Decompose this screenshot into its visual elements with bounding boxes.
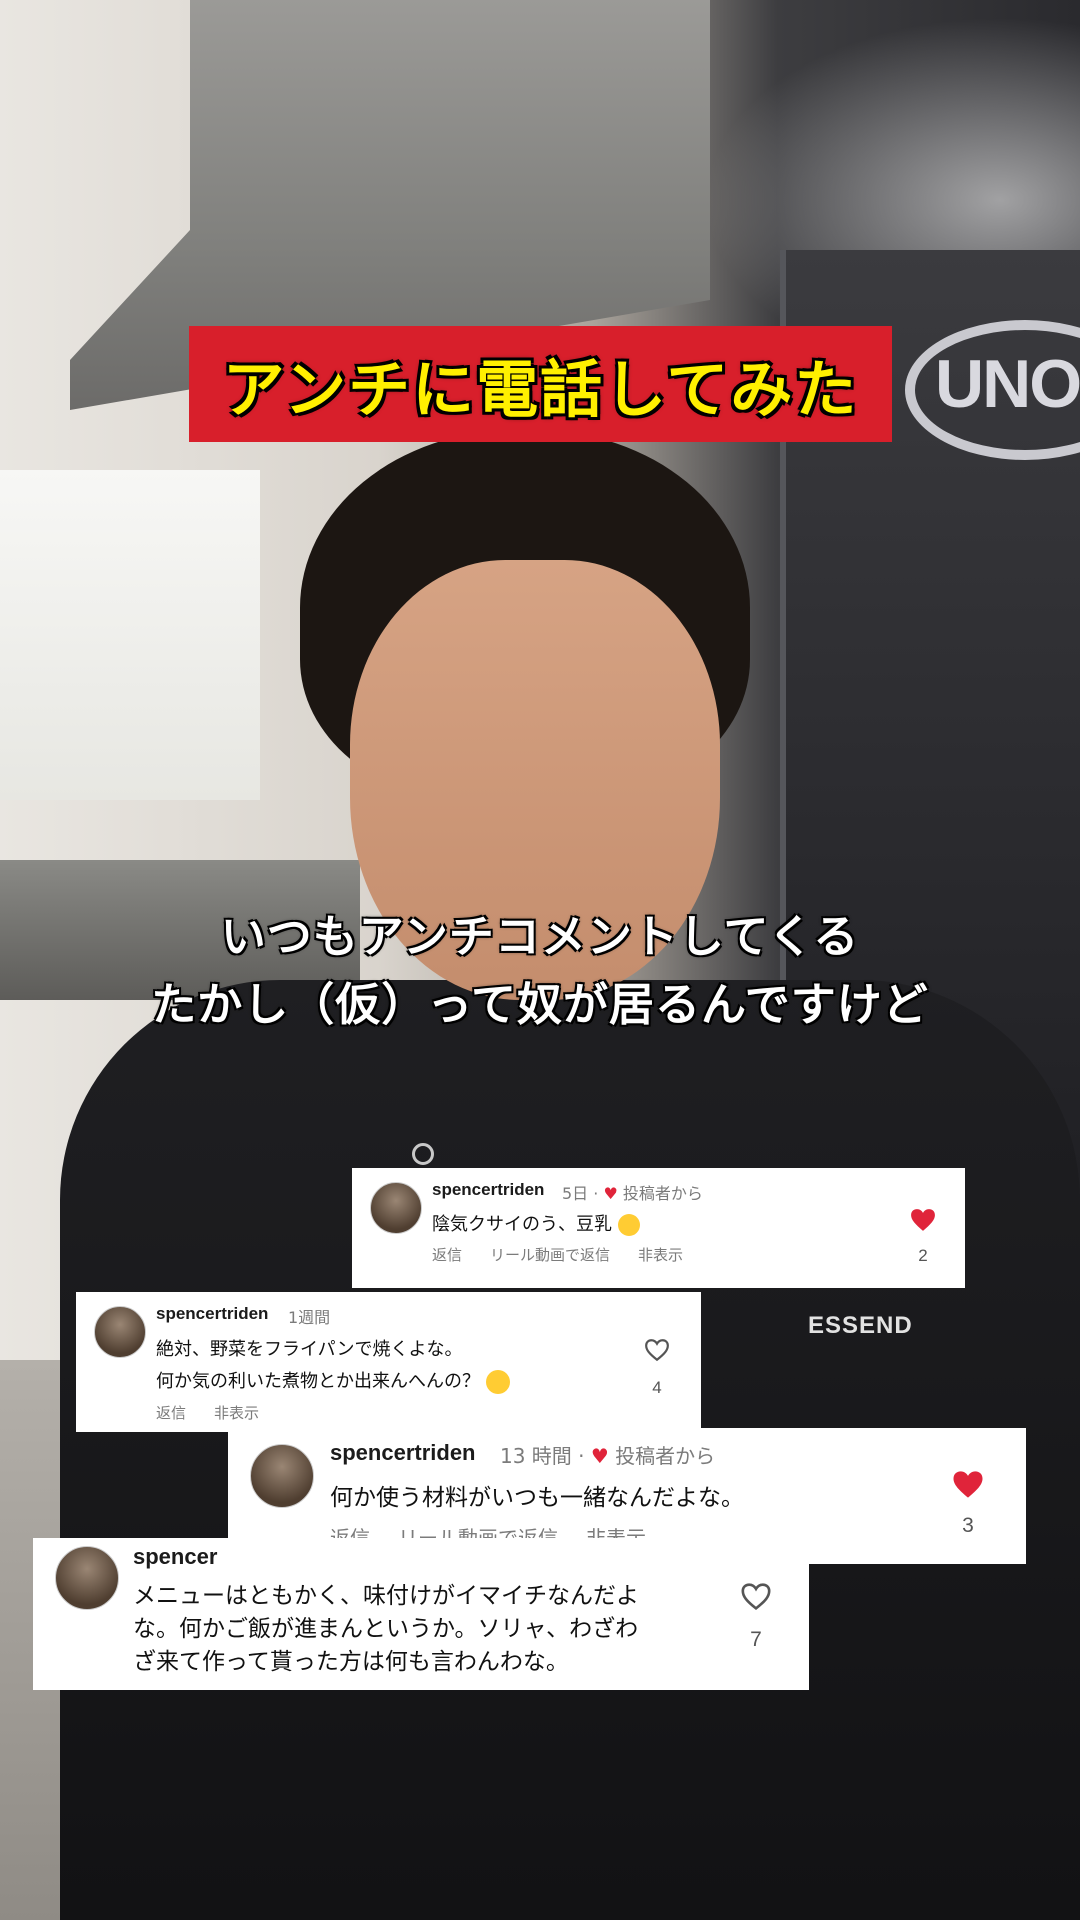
jacket-button <box>412 1143 434 1165</box>
like-count: 2 <box>918 1246 928 1265</box>
comment-text: 絶対、野菜をフライパンで焼くよな。 何か気の利いた煮物とか出来んへんの？ <box>156 1334 510 1398</box>
comment-meta: 5日 · ♥ 投稿者から <box>562 1184 703 1203</box>
author-badge: 投稿者から <box>615 1444 716 1468</box>
heart-outline-icon[interactable] <box>740 1582 772 1611</box>
like-count: 7 <box>750 1628 762 1651</box>
comment-time: 1週間 <box>288 1308 331 1327</box>
jacket-logo-text: ESSEND <box>808 1312 913 1339</box>
author-badge: 投稿者から <box>622 1184 703 1203</box>
comment-username[interactable]: spencertriden <box>156 1304 268 1324</box>
sleepy-face-icon <box>617 1214 640 1236</box>
comment-actions: 返信 リール動画で返信 非表示 <box>432 1244 711 1265</box>
subtitle-line-2: たかし（仮）って奴が居るんですけど <box>151 978 929 1031</box>
kitchen-window <box>0 470 260 800</box>
like-count: 3 <box>962 1514 974 1537</box>
heart-icon: ♥ <box>590 1444 609 1468</box>
comment-username[interactable]: spencer <box>133 1544 217 1570</box>
comment-meta: 13 時間 · ♥ 投稿者から <box>500 1444 716 1468</box>
yawning-face-icon <box>485 1370 510 1394</box>
comment-time: 5日 <box>562 1184 589 1203</box>
comment-card: spencertriden 1週間 絶対、野菜をフライパンで焼くよな。 何か気の… <box>76 1292 701 1432</box>
comment-username[interactable]: spencertriden <box>432 1180 544 1200</box>
title-banner: アンチに電話してみた <box>189 326 892 442</box>
heart-icon[interactable] <box>952 1470 984 1499</box>
comment-card: spencertriden 5日 · ♥ 投稿者から 陰気クサイのう、豆乳 返信… <box>352 1168 965 1288</box>
comment-time: 13 時間 <box>500 1444 572 1468</box>
comment-text: 何か使う材料がいつも一緒なんだよな。 <box>330 1485 744 1511</box>
unox-logo-text: UNOX <box>935 346 1080 422</box>
comment-username[interactable]: spencertriden <box>330 1440 476 1466</box>
comment-text: メニューはともかく、味付けがイマイチなんだよ な。何かご飯が進まんというか。ソリ… <box>133 1583 639 1675</box>
comment-actions: 返信 非表示 <box>156 1402 287 1423</box>
heart-outline-icon[interactable] <box>644 1338 670 1362</box>
like-count: 4 <box>652 1378 662 1397</box>
hide-button[interactable]: 非表示 <box>214 1404 259 1422</box>
subtitle-line-1: いつもアンチコメントしてくる <box>220 910 860 963</box>
avatar[interactable] <box>55 1546 119 1610</box>
reply-button[interactable]: 返信 <box>156 1404 186 1422</box>
avatar[interactable] <box>94 1306 146 1358</box>
title-text: アンチに電話してみた <box>222 353 859 426</box>
comment-card: spencer メニューはともかく、味付けがイマイチなんだよ な。何かご飯が進ま… <box>33 1538 809 1690</box>
reel-reply-button[interactable]: リール動画で返信 <box>490 1246 610 1264</box>
heart-icon[interactable] <box>910 1208 936 1232</box>
comment-text: 陰気クサイのう、豆乳 <box>432 1210 640 1236</box>
avatar[interactable] <box>250 1444 314 1508</box>
avatar[interactable] <box>370 1182 422 1234</box>
hide-button[interactable]: 非表示 <box>638 1246 683 1264</box>
heart-icon: ♥ <box>603 1184 618 1203</box>
reply-button[interactable]: 返信 <box>432 1246 462 1264</box>
